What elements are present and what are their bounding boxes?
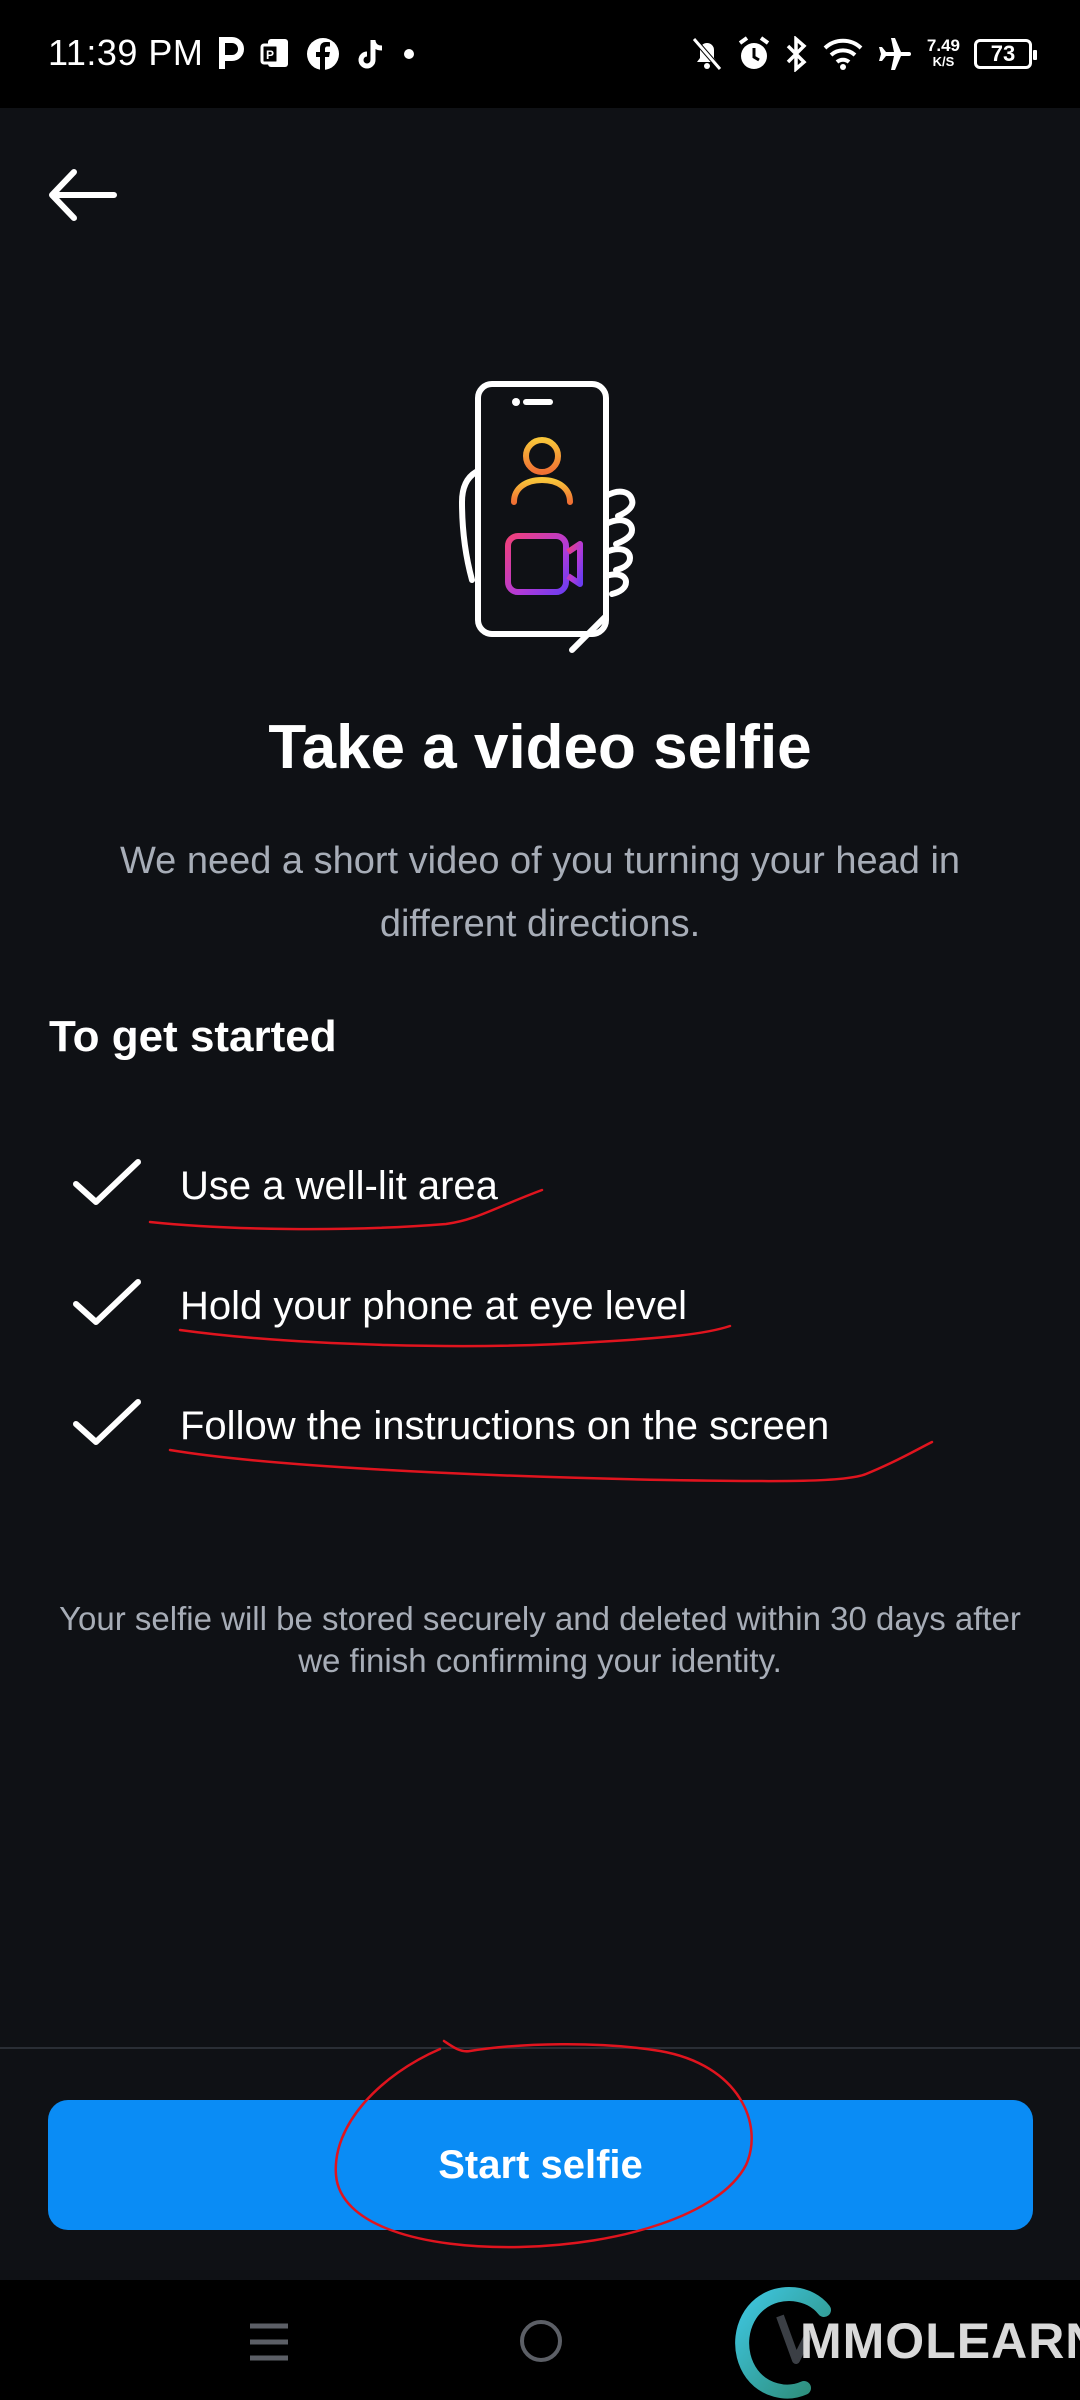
notifications-off-icon [691, 36, 723, 72]
section-heading: To get started [49, 1012, 337, 1061]
start-selfie-button[interactable]: Start selfie [48, 2100, 1033, 2230]
back-button[interactable] [44, 162, 124, 228]
video-selfie-screen: 11:39 PM P 7.49 K/S 73 Take a video self… [0, 0, 1080, 2400]
status-right-icons: 7.49 K/S 73 [691, 30, 1037, 78]
phone-video-selfie-illustration [430, 376, 650, 666]
network-speed: 7.49 K/S [926, 36, 960, 70]
privacy-note: Your selfie will be stored securely and … [59, 1600, 1021, 1679]
battery-indicator: 73 [974, 39, 1037, 69]
checkmark-icon [73, 1159, 141, 1205]
p-icon [218, 37, 244, 71]
list-item: Use a well-lit area [0, 1146, 1080, 1231]
arrow-left-icon [49, 169, 117, 221]
watermark-logo: MMOLEARN [730, 2280, 1080, 2400]
bluetooth-icon [785, 36, 809, 72]
status-time: 11:39 PM [48, 32, 204, 73]
page-title: Take a video selfie [268, 713, 812, 782]
page-subtitle: We need a short video of you turning you… [119, 840, 961, 945]
alarm-icon [737, 36, 771, 72]
tiktok-icon [356, 37, 386, 71]
dot-icon [402, 47, 416, 61]
annotation-underline [178, 1324, 732, 1348]
network-speed-unit: K/S [932, 54, 955, 69]
wifi-icon [823, 37, 863, 71]
svg-text:P: P [266, 48, 274, 62]
annotation-underline [148, 1188, 544, 1231]
facebook-icon [306, 37, 340, 71]
watermark-text: MMOLEARN [800, 2313, 1080, 2369]
footer-divider [0, 2047, 1080, 2049]
status-bar: 11:39 PM P 7.49 K/S 73 [0, 0, 1080, 108]
checkmark-icon [73, 1399, 141, 1445]
checkmark-icon [73, 1279, 141, 1325]
list-item: Hold your phone at eye level [0, 1266, 1080, 1348]
list-item: Follow the instructions on the screen [0, 1386, 1080, 1483]
status-left-icons: P [218, 32, 416, 76]
home-icon[interactable] [520, 2320, 562, 2362]
pdf-icon: P [260, 37, 290, 71]
menu-icon[interactable] [246, 2320, 292, 2364]
network-speed-value: 7.49 [926, 36, 960, 55]
airplane-icon [877, 36, 913, 72]
annotation-underline [168, 1440, 934, 1483]
